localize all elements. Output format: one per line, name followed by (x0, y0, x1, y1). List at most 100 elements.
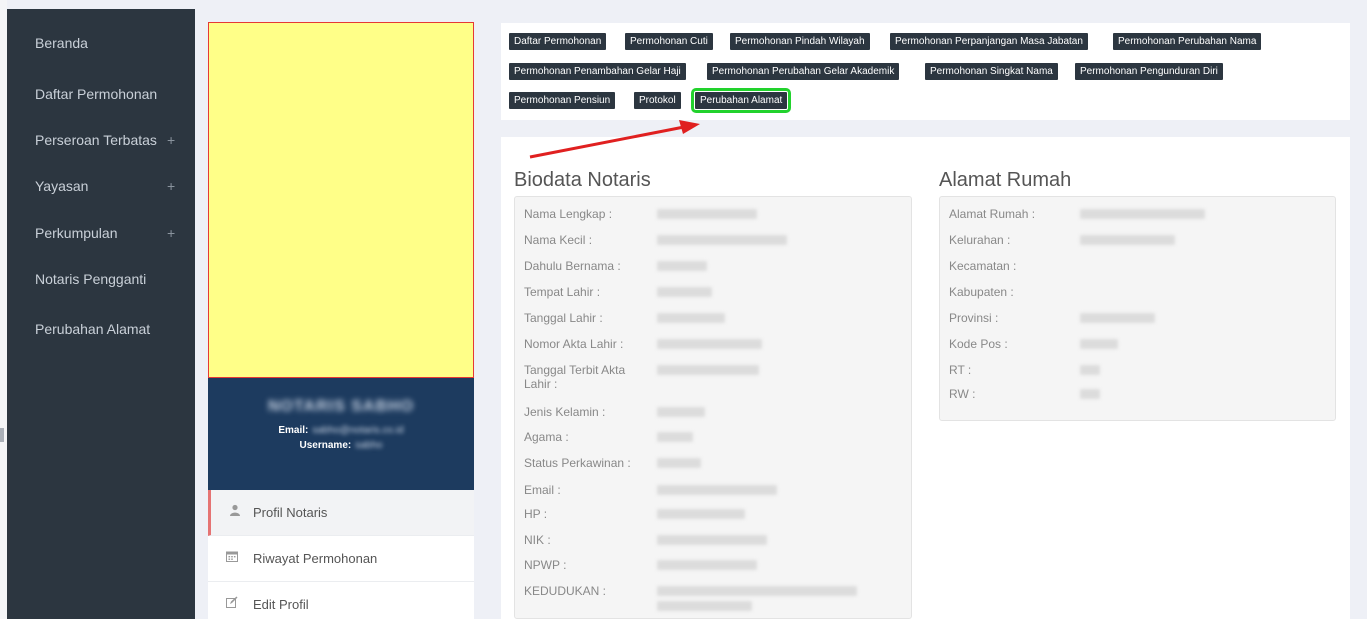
btn-permohonan-perpanjangan-masa-jabatan[interactable]: Permohonan Perpanjangan Masa Jabatan (890, 33, 1088, 50)
field-value (657, 560, 757, 570)
field-value (657, 601, 752, 611)
field-value (657, 586, 857, 596)
menu-label: Riwayat Permohonan (253, 551, 378, 566)
btn-permohonan-singkat-nama[interactable]: Permohonan Singkat Nama (925, 63, 1058, 80)
arrow-head (679, 120, 700, 134)
field-label: NIK : (524, 533, 551, 547)
menu-edit-profil[interactable]: Edit Profil (208, 582, 474, 619)
edit-icon (225, 596, 239, 610)
field-label: Status Perkawinan : (524, 456, 631, 470)
field-value (657, 287, 712, 297)
field-label: NPWP : (524, 558, 567, 572)
field-value (657, 261, 707, 271)
menu-riwayat-permohonan[interactable]: Riwayat Permohonan (208, 536, 474, 582)
sidebar-item-label: Beranda (35, 35, 88, 51)
btn-daftar-permohonan[interactable]: Daftar Permohonan (509, 33, 607, 50)
sidebar-item-label: Perubahan Alamat (35, 321, 151, 337)
field-value (657, 339, 762, 349)
sidebar-item-yayasan[interactable]: Yayasan + (7, 163, 195, 209)
field-label: Provinsi : (949, 311, 999, 325)
field-value (1080, 235, 1175, 245)
profile-email-row: Email: sabho@notaris.co.id (208, 425, 474, 436)
field-label: Kode Pos : (949, 337, 1008, 351)
field-label: KEDUDUKAN : (524, 584, 607, 598)
sidebar-item-perkumpulan[interactable]: Perkumpulan + (7, 210, 195, 256)
sidebar-item-label: Yayasan (35, 178, 89, 194)
profile-username-row: Username: sabho (208, 440, 474, 451)
expand-plus-icon: + (167, 225, 176, 241)
sidebar-item-perubahan-alamat[interactable]: Perubahan Alamat (7, 306, 195, 352)
profile-name: NOTARIS SABHO (267, 398, 415, 415)
field-label: RW : (949, 387, 976, 401)
profile-column: NOTARIS SABHO Email: sabho@notaris.co.id… (208, 22, 474, 619)
btn-permohonan-pengunduran-diri[interactable]: Permohonan Pengunduran Diri (1075, 63, 1223, 80)
profile-card: NOTARIS SABHO Email: sabho@notaris.co.id… (208, 378, 474, 490)
field-value (657, 313, 725, 323)
field-value (1080, 365, 1100, 375)
sidebar: Beranda Daftar Permohonan Perseroan Terb… (7, 9, 195, 619)
sidebar-item-beranda[interactable]: Beranda (7, 20, 195, 66)
field-value (657, 458, 701, 468)
sidebar-item-notaris-pengganti[interactable]: Notaris Pengganti (7, 256, 195, 302)
field-label: Agama : (524, 430, 569, 444)
request-nav-card: Daftar Permohonan Permohonan Cuti Permoh… (501, 23, 1350, 120)
field-value (657, 485, 777, 495)
field-label: Kelurahan : (949, 233, 1011, 247)
email-label: Email: (278, 425, 309, 436)
field-label: HP : (524, 507, 548, 521)
field-value (1080, 389, 1100, 399)
sidebar-item-daftar-permohonan[interactable]: Daftar Permohonan (7, 71, 195, 117)
main-content-card: Biodata Notaris Nama Lengkap : Nama Keci… (501, 137, 1350, 619)
field-value (1080, 339, 1118, 349)
field-label: Tempat Lahir : (524, 285, 601, 299)
btn-permohonan-pensiun[interactable]: Permohonan Pensiun (509, 92, 616, 109)
field-label: RT : (949, 363, 972, 377)
field-value (657, 432, 693, 442)
biodata-title: Biodata Notaris (514, 169, 651, 191)
btn-perubahan-alamat[interactable]: Perubahan Alamat (690, 88, 792, 113)
field-label: Nama Lengkap : (524, 207, 613, 221)
btn-permohonan-penambahan-gelar-haji[interactable]: Permohonan Penambahan Gelar Haji (509, 63, 686, 80)
email-value: sabho@notaris.co.id (312, 425, 404, 436)
field-value (1080, 209, 1205, 219)
field-value (1080, 313, 1155, 323)
alamat-title: Alamat Rumah (939, 169, 1072, 191)
username-value: sabho (355, 440, 383, 451)
field-label: Nomor Akta Lahir : (524, 337, 624, 351)
profile-photo (208, 22, 474, 378)
menu-label: Edit Profil (253, 597, 309, 612)
menu-profil-notaris[interactable]: Profil Notaris (208, 490, 474, 536)
scroll-nub[interactable] (0, 428, 4, 442)
field-value (657, 509, 745, 519)
field-label: Jenis Kelamin : (524, 405, 606, 419)
sidebar-item-label: Perseroan Terbatas (35, 132, 157, 148)
biodata-well: Nama Lengkap : Nama Kecil : Dahulu Berna… (514, 196, 912, 619)
sidebar-item-label: Daftar Permohonan (35, 86, 158, 102)
field-label: Tanggal Lahir : (524, 311, 603, 325)
sidebar-item-label: Notaris Pengganti (35, 271, 147, 287)
sidebar-item-perseroan-terbatas[interactable]: Perseroan Terbatas + (7, 117, 195, 163)
field-value (657, 365, 759, 375)
btn-protokol[interactable]: Protokol (634, 92, 681, 109)
expand-plus-icon: + (167, 178, 176, 194)
expand-plus-icon: + (167, 132, 176, 148)
sidebar-item-label: Perkumpulan (35, 225, 118, 241)
btn-permohonan-perubahan-gelar-akademik[interactable]: Permohonan Perubahan Gelar Akademik (707, 63, 900, 80)
user-icon (228, 504, 242, 518)
username-label: Username: (299, 440, 352, 451)
btn-permohonan-perubahan-nama[interactable]: Permohonan Perubahan Nama (1113, 33, 1262, 50)
field-value (657, 535, 767, 545)
btn-permohonan-pindah-wilayah[interactable]: Permohonan Pindah Wilayah (730, 33, 870, 50)
field-label: Kecamatan : (949, 259, 1017, 273)
field-value (657, 209, 757, 219)
field-label: Alamat Rumah : (949, 207, 1036, 221)
field-label: Email : (524, 483, 561, 497)
field-label: Tanggal Terbit Akta Lahir : (524, 363, 626, 391)
field-value (657, 407, 705, 417)
field-label: Nama Kecil : (524, 233, 593, 247)
alamat-well: Alamat Rumah : Kelurahan : Kecamatan : K… (939, 196, 1336, 421)
calendar-icon (225, 550, 239, 564)
btn-permohonan-cuti[interactable]: Permohonan Cuti (625, 33, 713, 50)
field-label: Kabupaten : (949, 285, 1014, 299)
menu-label: Profil Notaris (253, 505, 328, 520)
